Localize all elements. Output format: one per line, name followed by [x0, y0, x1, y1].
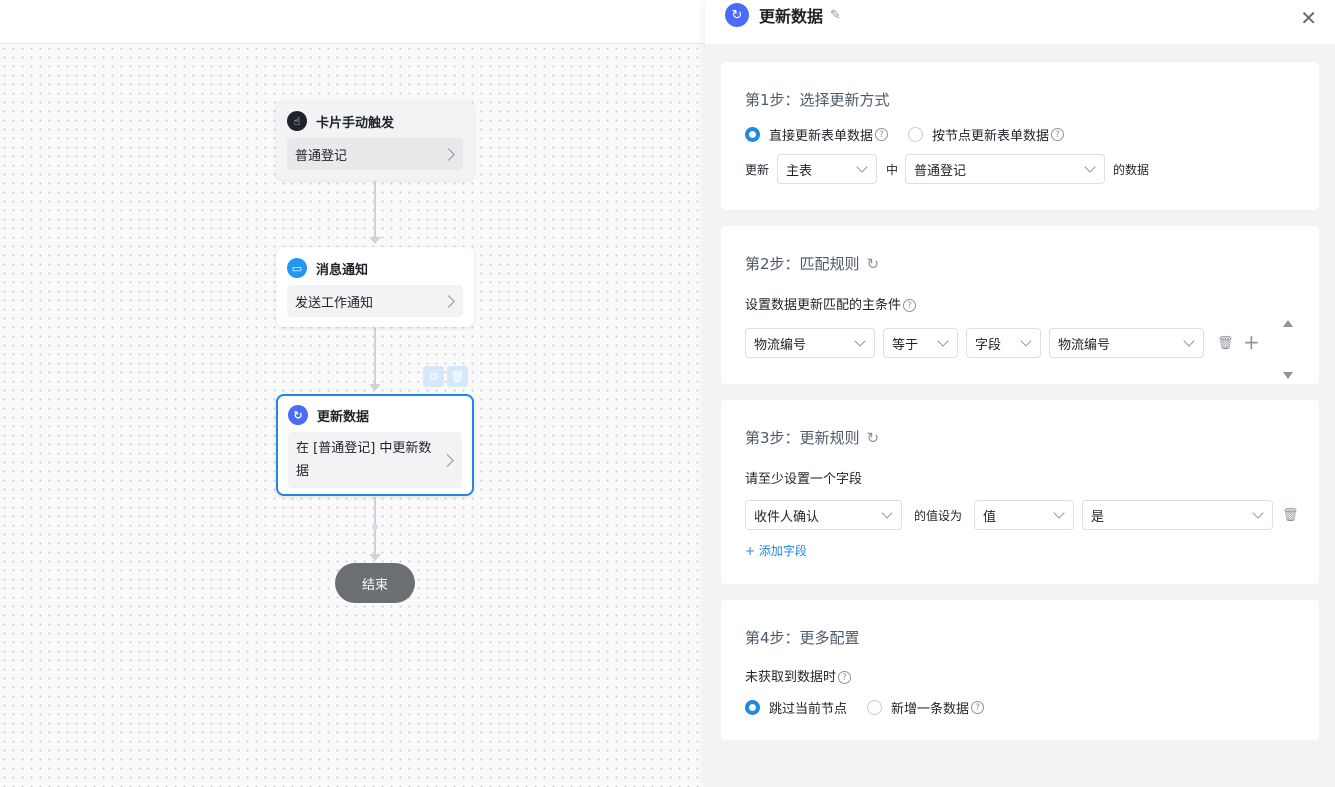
message-icon: ▭: [287, 258, 307, 278]
value-type-select[interactable]: 字段: [966, 328, 1041, 358]
edit-icon[interactable]: ✎: [830, 8, 841, 23]
chevron-down-icon: [881, 506, 893, 519]
refresh-icon: ↻: [725, 3, 749, 27]
canvas-toolbar: [0, 0, 705, 44]
edge-2: [374, 328, 376, 386]
end-node[interactable]: 结束: [335, 563, 415, 603]
radio-direct-update[interactable]: 直接更新表单数据 ?: [745, 125, 889, 144]
in-label: 中: [886, 163, 899, 177]
node-config[interactable]: 普通登记: [287, 138, 463, 170]
reset-icon[interactable]: ↻: [867, 255, 880, 273]
chevron-down-icon: [856, 160, 868, 173]
hand-pointer-icon: ☝: [287, 111, 307, 131]
radio-skip-node[interactable]: 跳过当前节点: [745, 698, 847, 717]
plus-icon[interactable]: +: [1243, 330, 1260, 354]
help-icon[interactable]: ?: [838, 671, 852, 684]
trash-icon[interactable]: 🗑: [1282, 508, 1299, 523]
form-select[interactable]: 普通登记: [905, 154, 1105, 184]
radio-add-record[interactable]: 新增一条数据 ?: [867, 698, 985, 717]
chevron-down-icon: [1020, 334, 1032, 347]
no-data-label: 未获取到数据时?: [745, 666, 852, 685]
node-update-data[interactable]: ↻ 更新数据 在 [普通登记] 中更新数据: [276, 394, 474, 496]
node-title: 更新数据: [317, 409, 370, 425]
update-field-select[interactable]: 收件人确认: [745, 500, 902, 530]
chevron-down-icon: [1084, 160, 1096, 173]
radio-button[interactable]: [908, 127, 924, 142]
drawer-header: ↻ 更新数据 ✎ ✕: [705, 0, 1335, 44]
add-field-button[interactable]: + 添加字段: [745, 542, 807, 559]
radio-button[interactable]: [867, 700, 883, 715]
step4-card: 第4步：更多配置 未获取到数据时? 跳过当前节点 新增一条数据 ?: [721, 600, 1319, 740]
update-value-select[interactable]: 是: [1082, 500, 1273, 530]
chevron-down-icon: [937, 334, 949, 347]
step3-title: 第3步：更新规则 ↻: [745, 428, 880, 448]
chevron-right-icon: [441, 453, 454, 467]
edge-add-point[interactable]: [372, 524, 378, 530]
data-label: 的数据: [1113, 163, 1150, 177]
operator-select[interactable]: 等于: [883, 328, 958, 358]
chevron-down-icon: [1183, 334, 1195, 347]
update-label: 更新: [745, 163, 770, 177]
chevron-down-icon: [1053, 506, 1065, 519]
node-summary: 发送工作通知: [295, 295, 374, 311]
help-icon[interactable]: ?: [903, 299, 917, 312]
scroll-up-icon[interactable]: [1283, 320, 1293, 327]
set-value-label: 的值设为: [914, 509, 963, 523]
update-mode-radio-group: 直接更新表单数据 ? 按节点更新表单数据 ?: [745, 125, 1084, 144]
node-card-trigger[interactable]: ☝ 卡片手动触发 普通登记: [276, 100, 474, 180]
chevron-down-icon: [1252, 506, 1264, 519]
match-field-select[interactable]: 物流编号: [745, 328, 875, 358]
step1-title: 第1步：选择更新方式: [745, 91, 890, 109]
step2-title: 第2步：匹配规则 ↻: [745, 254, 880, 274]
node-title: 消息通知: [316, 262, 369, 278]
match-value-select[interactable]: 物流编号: [1049, 328, 1204, 358]
update-value-type-select[interactable]: 值: [974, 500, 1074, 530]
scroll-down-icon[interactable]: [1283, 372, 1293, 379]
refresh-icon: ↻: [288, 405, 308, 425]
reset-icon[interactable]: ↻: [867, 429, 880, 447]
chevron-down-icon: [854, 334, 866, 347]
edge-arrow-2: [369, 384, 381, 391]
chevron-right-icon: [442, 147, 455, 161]
help-icon[interactable]: ?: [875, 128, 889, 141]
node-config[interactable]: 在 [普通登记] 中更新数据: [288, 432, 462, 488]
edge-1: [374, 181, 376, 239]
table-select[interactable]: 主表: [777, 154, 877, 184]
step1-card: 第1步：选择更新方式 直接更新表单数据 ? 按节点更新表单数据 ? 更新 主表 …: [721, 62, 1319, 210]
radio-button[interactable]: [745, 700, 760, 715]
node-toolbar: ⧉ 🗑: [423, 366, 468, 387]
node-config[interactable]: 发送工作通知: [287, 285, 463, 317]
node-message-notify[interactable]: ▭ 消息通知 发送工作通知: [276, 247, 474, 327]
node-summary: 在 [普通登记] 中更新数据: [296, 441, 432, 479]
copy-icon[interactable]: ⧉: [423, 366, 444, 387]
node-config-drawer: ↻ 更新数据 ✎ ✕ 第1步：选择更新方式 直接更新表单数据 ? 按节点更新表单…: [705, 0, 1335, 787]
edge-arrow-1: [369, 237, 381, 244]
radio-update-by-node[interactable]: 按节点更新表单数据 ?: [908, 125, 1065, 144]
help-icon[interactable]: ?: [971, 701, 985, 714]
chevron-right-icon: [442, 294, 455, 308]
step2-card: 第2步：匹配规则 ↻ 设置数据更新匹配的主条件? 物流编号 等于 字段 物流编号…: [721, 226, 1319, 384]
trash-icon[interactable]: 🗑: [1217, 336, 1234, 351]
step3-card: 第3步：更新规则 ↻ 请至少设置一个字段 收件人确认 的值设为 值 是 🗑 + …: [721, 400, 1319, 584]
radio-button[interactable]: [745, 127, 760, 142]
match-condition-label: 设置数据更新匹配的主条件?: [745, 294, 917, 313]
step4-title: 第4步：更多配置: [745, 629, 860, 647]
node-summary: 普通登记: [295, 148, 348, 164]
edge-arrow-3: [369, 554, 381, 561]
help-icon[interactable]: ?: [1051, 128, 1065, 141]
node-title: 卡片手动触发: [316, 115, 395, 131]
close-icon[interactable]: ✕: [1300, 6, 1317, 30]
delete-icon[interactable]: 🗑: [447, 366, 468, 387]
drawer-title: 更新数据: [759, 7, 824, 26]
update-rule-hint: 请至少设置一个字段: [745, 472, 863, 487]
no-data-radio-group: 跳过当前节点 新增一条数据 ?: [745, 698, 1004, 717]
